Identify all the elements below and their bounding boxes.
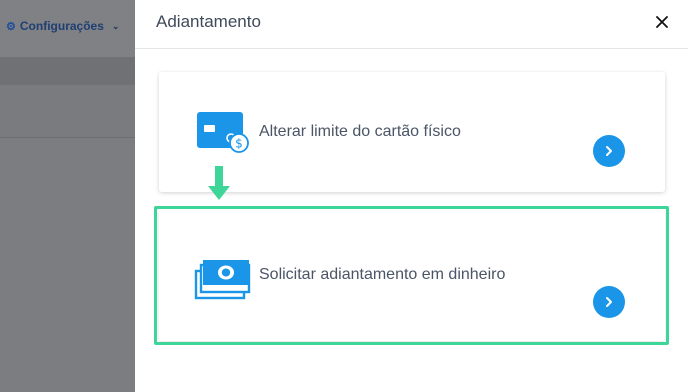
go-button[interactable]	[593, 135, 625, 167]
chevron-down-icon: ⌄	[111, 20, 120, 31]
arrow-down-icon	[207, 166, 231, 207]
configuracoes-menu: ⚙ Configurações ⌄	[6, 19, 119, 33]
close-icon	[656, 16, 668, 28]
svg-text:$: $	[235, 137, 243, 151]
background-band	[0, 57, 135, 85]
card-limit-icon: $	[195, 110, 251, 161]
background-overlay[interactable]: ⚙ Configurações ⌄	[0, 0, 135, 392]
drawer-title: Adiantamento	[156, 12, 261, 31]
option-card-change-card-limit[interactable]: $ Alterar limite do cartão físico	[159, 72, 665, 192]
adiantamento-drawer: Adiantamento $ Alterar limite do cartão …	[135, 0, 688, 392]
option-label: Alterar limite do cartão físico	[259, 123, 461, 140]
highlight-frame	[154, 206, 669, 345]
background-row	[0, 85, 135, 138]
drawer-header: Adiantamento	[135, 0, 688, 49]
configuracoes-label: Configurações	[19, 19, 104, 33]
close-button[interactable]	[652, 12, 672, 32]
chevron-right-icon	[606, 146, 612, 156]
background-header: ⚙ Configurações ⌄	[0, 0, 135, 57]
gear-icon: ⚙	[6, 20, 16, 33]
